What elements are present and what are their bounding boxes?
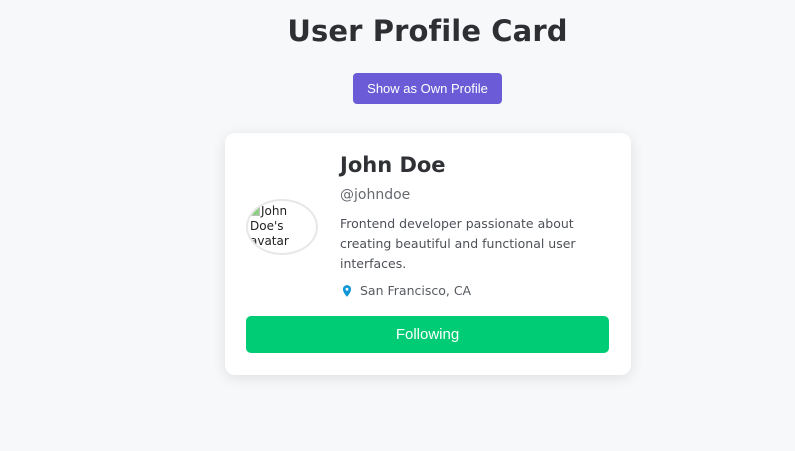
location-row: San Francisco, CA	[340, 283, 471, 298]
show-as-own-profile-button[interactable]: Show as Own Profile	[353, 73, 502, 104]
avatar: John Doe's avatar	[246, 199, 318, 255]
user-name: John Doe	[340, 153, 446, 177]
user-handle: @johndoe	[340, 187, 411, 203]
page-title: User Profile Card	[287, 14, 568, 48]
user-bio: Frontend developer passionate about crea…	[340, 216, 576, 271]
following-button[interactable]: Following	[246, 316, 609, 353]
avatar-alt-text: John Doe's avatar	[250, 204, 308, 249]
broken-image-icon	[250, 206, 260, 216]
location-text: San Francisco, CA	[360, 283, 472, 298]
profile-card-page: User Profile Card Show as Own Profile Jo…	[0, 0, 795, 451]
map-pin-icon	[342, 284, 352, 297]
profile-card: John Doe's avatar John Doe @johndoe Fron…	[225, 133, 631, 375]
